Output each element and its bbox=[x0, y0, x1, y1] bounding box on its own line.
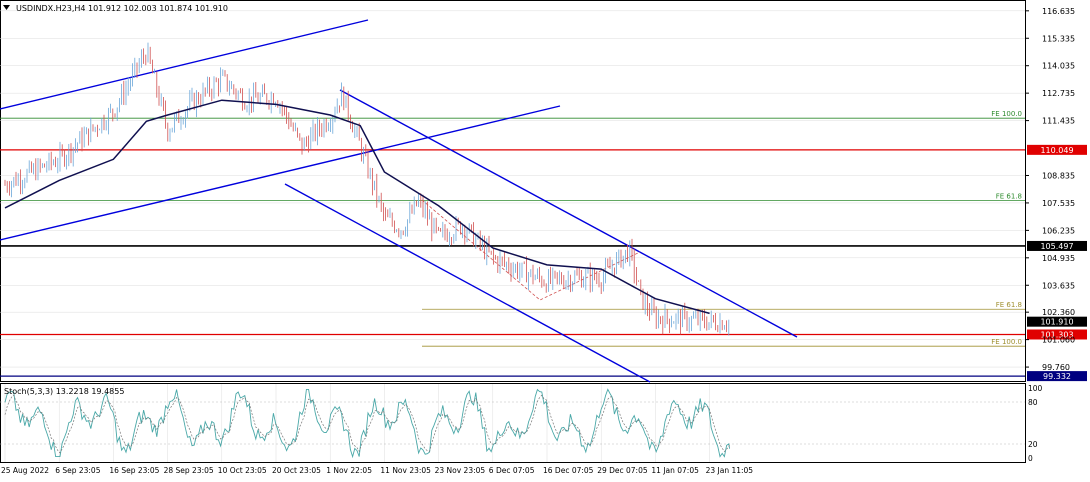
x-tick-label: 11 Nov 23:05 bbox=[380, 466, 431, 475]
y-tick-label: 112.735 bbox=[1042, 89, 1075, 98]
x-tick-label: 10 Oct 23:05 bbox=[218, 466, 267, 475]
y-tick-label: 104.935 bbox=[1042, 254, 1075, 263]
fibo-label: FE 61.8 bbox=[996, 301, 1022, 309]
x-tick-label: 28 Sep 23:05 bbox=[164, 466, 214, 475]
stoch-tick-label: 80 bbox=[1028, 398, 1038, 407]
x-tick-label: 25 Aug 2022 bbox=[1, 466, 49, 475]
stoch-tick-label: 20 bbox=[1028, 440, 1038, 449]
y-tick-label: 101.060 bbox=[1042, 336, 1075, 345]
price-level-label: 110.049 bbox=[1040, 146, 1073, 155]
y-tick-label: 103.635 bbox=[1042, 281, 1075, 290]
stoch-title: Stoch(5,3,3) 13.2218 19.4855 bbox=[4, 387, 124, 396]
stoch-tick-label: 0 bbox=[1028, 454, 1033, 463]
y-tick-label: 114.035 bbox=[1042, 62, 1075, 71]
x-tick-label: 6 Dec 07:05 bbox=[489, 466, 535, 475]
x-tick-label: 1 Nov 22:05 bbox=[326, 466, 372, 475]
price-level-label: 99.332 bbox=[1043, 372, 1071, 381]
stoch-tick-label: 100 bbox=[1028, 384, 1043, 393]
price-level-label: 101.910 bbox=[1040, 318, 1073, 327]
y-tick-label: 102.360 bbox=[1042, 308, 1075, 317]
x-tick-label: 11 Jan 07:05 bbox=[651, 466, 699, 475]
chart-canvas: 110.049105.497101.303101.91099.332FE 100… bbox=[0, 0, 1090, 478]
x-tick-label: 23 Jan 11:05 bbox=[706, 466, 754, 475]
x-tick-label: 23 Nov 23:05 bbox=[435, 466, 486, 475]
y-tick-label: 107.535 bbox=[1042, 199, 1075, 208]
x-tick-label: 6 Sep 23:05 bbox=[55, 466, 101, 475]
x-tick-label: 16 Sep 23:05 bbox=[109, 466, 159, 475]
price-level-label: 105.497 bbox=[1040, 242, 1073, 251]
y-tick-label: 99.760 bbox=[1042, 363, 1070, 372]
y-tick-label: 115.335 bbox=[1042, 34, 1075, 43]
y-tick-label: 111.435 bbox=[1042, 117, 1075, 126]
chart-title: USDINDX.H23,H4 101.912 102.003 101.874 1… bbox=[16, 4, 228, 13]
y-tick-label: 106.235 bbox=[1042, 226, 1075, 235]
x-tick-label: 29 Dec 07:05 bbox=[597, 466, 648, 475]
y-tick-label: 116.635 bbox=[1042, 7, 1075, 16]
chart-area: 110.049 105.497 101.303 101.910 99.332 FE 100… bbox=[0, 0, 1090, 478]
fibo-label: FE 100.0 bbox=[991, 110, 1022, 118]
x-tick-label: 20 Oct 23:05 bbox=[272, 466, 321, 475]
x-tick-label: 16 Dec 07:05 bbox=[543, 466, 594, 475]
fibo-label: FE 100.0 bbox=[991, 338, 1022, 346]
fibo-label: FE 61.8 bbox=[996, 193, 1022, 201]
y-tick-label: 108.835 bbox=[1042, 171, 1075, 180]
